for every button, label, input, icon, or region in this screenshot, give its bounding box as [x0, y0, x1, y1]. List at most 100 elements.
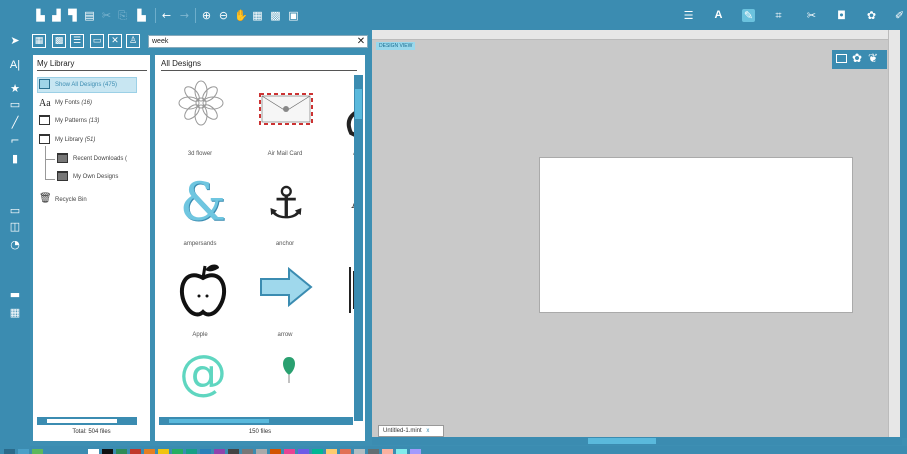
designs-horizontal-scrollbar[interactable] — [159, 417, 353, 425]
text-tool-icon[interactable]: A| — [8, 58, 22, 72]
design-view-label[interactable]: DESIGN VIEW — [376, 42, 416, 50]
color-swatch[interactable] — [354, 449, 365, 454]
ampersand-thumbnail[interactable]: & — [173, 173, 233, 233]
tree-horizontal-scrollbar[interactable] — [37, 417, 137, 425]
color-swatch[interactable] — [186, 449, 197, 454]
list-view-icon[interactable]: ☰ — [70, 34, 84, 48]
select-all-icon[interactable]: ▦ — [251, 9, 264, 22]
eraser-icon[interactable]: ▮ — [8, 152, 22, 166]
color-swatch[interactable] — [200, 449, 211, 454]
leaf-icon[interactable]: ❦ — [868, 51, 878, 65]
crop-icon[interactable]: ⌗ — [772, 9, 785, 22]
arrow-thumbnail[interactable] — [259, 267, 313, 307]
color-swatch[interactable] — [242, 449, 253, 454]
layers-icon[interactable]: ▦ — [8, 306, 22, 320]
design-page[interactable] — [539, 157, 853, 313]
search-input[interactable]: week — [148, 35, 368, 48]
tree-item-show-all[interactable]: Show All Designs (475) — [39, 78, 117, 92]
scroll-thumb[interactable] — [355, 89, 362, 119]
color-swatch[interactable] — [144, 449, 155, 454]
user-icon[interactable]: ♙ — [126, 34, 140, 48]
view-toggle[interactable]: ✿ ❦ — [832, 50, 887, 69]
align-icon[interactable]: ☰ — [682, 9, 695, 22]
zoom-in-icon[interactable]: ⊕ — [200, 9, 213, 22]
scroll-thumb[interactable] — [47, 419, 117, 423]
clear-search-icon[interactable]: ✕ — [355, 35, 367, 48]
at-sign-thumbnail[interactable]: @ — [173, 343, 233, 403]
scroll-thumb[interactable] — [169, 419, 269, 423]
panel-icon[interactable]: ▬ — [8, 288, 22, 302]
color-swatch[interactable] — [172, 449, 183, 454]
monitor-icon[interactable]: ▭ — [8, 204, 22, 218]
tree-item-my-patterns[interactable]: My Patterns (13) — [39, 114, 99, 128]
cut-icon[interactable]: ✂ — [100, 9, 113, 22]
balloon-thumbnail[interactable] — [279, 355, 299, 385]
color-swatch[interactable] — [88, 449, 99, 454]
close-x-icon[interactable]: ✕ — [108, 34, 122, 48]
canvas-vertical-scrollbar[interactable] — [900, 30, 907, 438]
pan-icon[interactable]: ✋ — [234, 9, 248, 22]
palette-icon[interactable]: ✿ — [865, 9, 878, 22]
color-swatch[interactable] — [340, 449, 351, 454]
tree-item-recent-downloads[interactable]: Recent Downloads ( — [57, 152, 127, 166]
color-swatch[interactable] — [326, 449, 337, 454]
color-swatch[interactable] — [368, 449, 379, 454]
group-icon[interactable]: ▩ — [269, 9, 282, 22]
envelope-thumbnail[interactable] — [259, 93, 313, 125]
paste-icon[interactable]: ▙ — [135, 9, 148, 22]
color-swatch[interactable] — [214, 449, 225, 454]
tree-item-my-fonts[interactable]: Aa My Fonts (16) — [39, 96, 92, 110]
text-icon[interactable]: A — [712, 9, 725, 22]
apple-thumbnail[interactable] — [175, 260, 231, 320]
color-swatch[interactable] — [396, 449, 407, 454]
color-swatch[interactable] — [410, 449, 421, 454]
color-swatch[interactable] — [382, 449, 393, 454]
color-swatch[interactable] — [256, 449, 267, 454]
color-swatch[interactable] — [270, 449, 281, 454]
print-icon[interactable]: ▤ — [83, 9, 96, 22]
line-icon[interactable]: ╱ — [8, 116, 22, 130]
zoom-out-icon[interactable]: ⊖ — [217, 9, 230, 22]
palette-icon[interactable]: ✿ — [852, 51, 862, 65]
color-swatch[interactable] — [18, 449, 29, 454]
folder-icon[interactable]: ▭ — [90, 34, 104, 48]
tree-item-recycle-bin[interactable]: 🗑 Recycle Bin — [39, 193, 87, 207]
color-swatch[interactable] — [312, 449, 323, 454]
color-swatch[interactable] — [116, 449, 127, 454]
document-tab[interactable]: Untitled-1.mint x — [378, 425, 444, 437]
undo-icon[interactable]: ← — [160, 9, 173, 22]
scissors-icon[interactable]: ✂ — [805, 9, 818, 22]
new-icon[interactable]: ▙ — [34, 9, 47, 22]
design-mode-icon[interactable] — [836, 54, 847, 63]
book-icon[interactable]: ◫ — [8, 220, 22, 234]
thumbnail-view-icon[interactable]: ▩ — [52, 34, 66, 48]
shape-icon[interactable]: ◘ — [835, 9, 848, 22]
ungroup-icon[interactable]: ▣ — [287, 9, 300, 22]
curve-icon[interactable]: ⌐ — [8, 134, 22, 148]
canvas-horizontal-scrollbar[interactable] — [372, 437, 902, 445]
redo-icon[interactable]: → — [178, 9, 191, 22]
edit-icon[interactable]: ✐ — [893, 9, 906, 22]
color-swatch[interactable] — [4, 449, 15, 454]
color-swatch[interactable] — [130, 449, 141, 454]
open-recent-icon[interactable]: ▜ — [66, 9, 79, 22]
pen-icon[interactable]: ✎ — [742, 9, 755, 22]
scroll-thumb[interactable] — [588, 438, 656, 444]
color-swatch[interactable] — [158, 449, 169, 454]
color-swatch[interactable] — [284, 449, 295, 454]
star-icon[interactable]: ★ — [8, 82, 22, 96]
flower-thumbnail[interactable] — [177, 79, 225, 127]
anchor-thumbnail[interactable]: ⚓ — [256, 175, 316, 233]
copy-icon[interactable]: ⎘ — [116, 9, 129, 22]
tab-close-icon[interactable]: x — [426, 428, 429, 434]
globe-icon[interactable]: ◔ — [8, 238, 22, 252]
tree-item-my-own-designs[interactable]: My Own Designs — [57, 170, 118, 184]
open-icon[interactable]: ▟ — [50, 9, 63, 22]
color-swatch[interactable] — [228, 449, 239, 454]
designs-vertical-scrollbar[interactable] — [354, 75, 363, 421]
color-swatch[interactable] — [298, 449, 309, 454]
color-swatch[interactable] — [102, 449, 113, 454]
tree-item-my-library[interactable]: My Library (51) — [39, 133, 95, 147]
rectangle-icon[interactable]: ▭ — [8, 98, 22, 112]
select-arrow-icon[interactable]: ➤ — [8, 34, 22, 48]
